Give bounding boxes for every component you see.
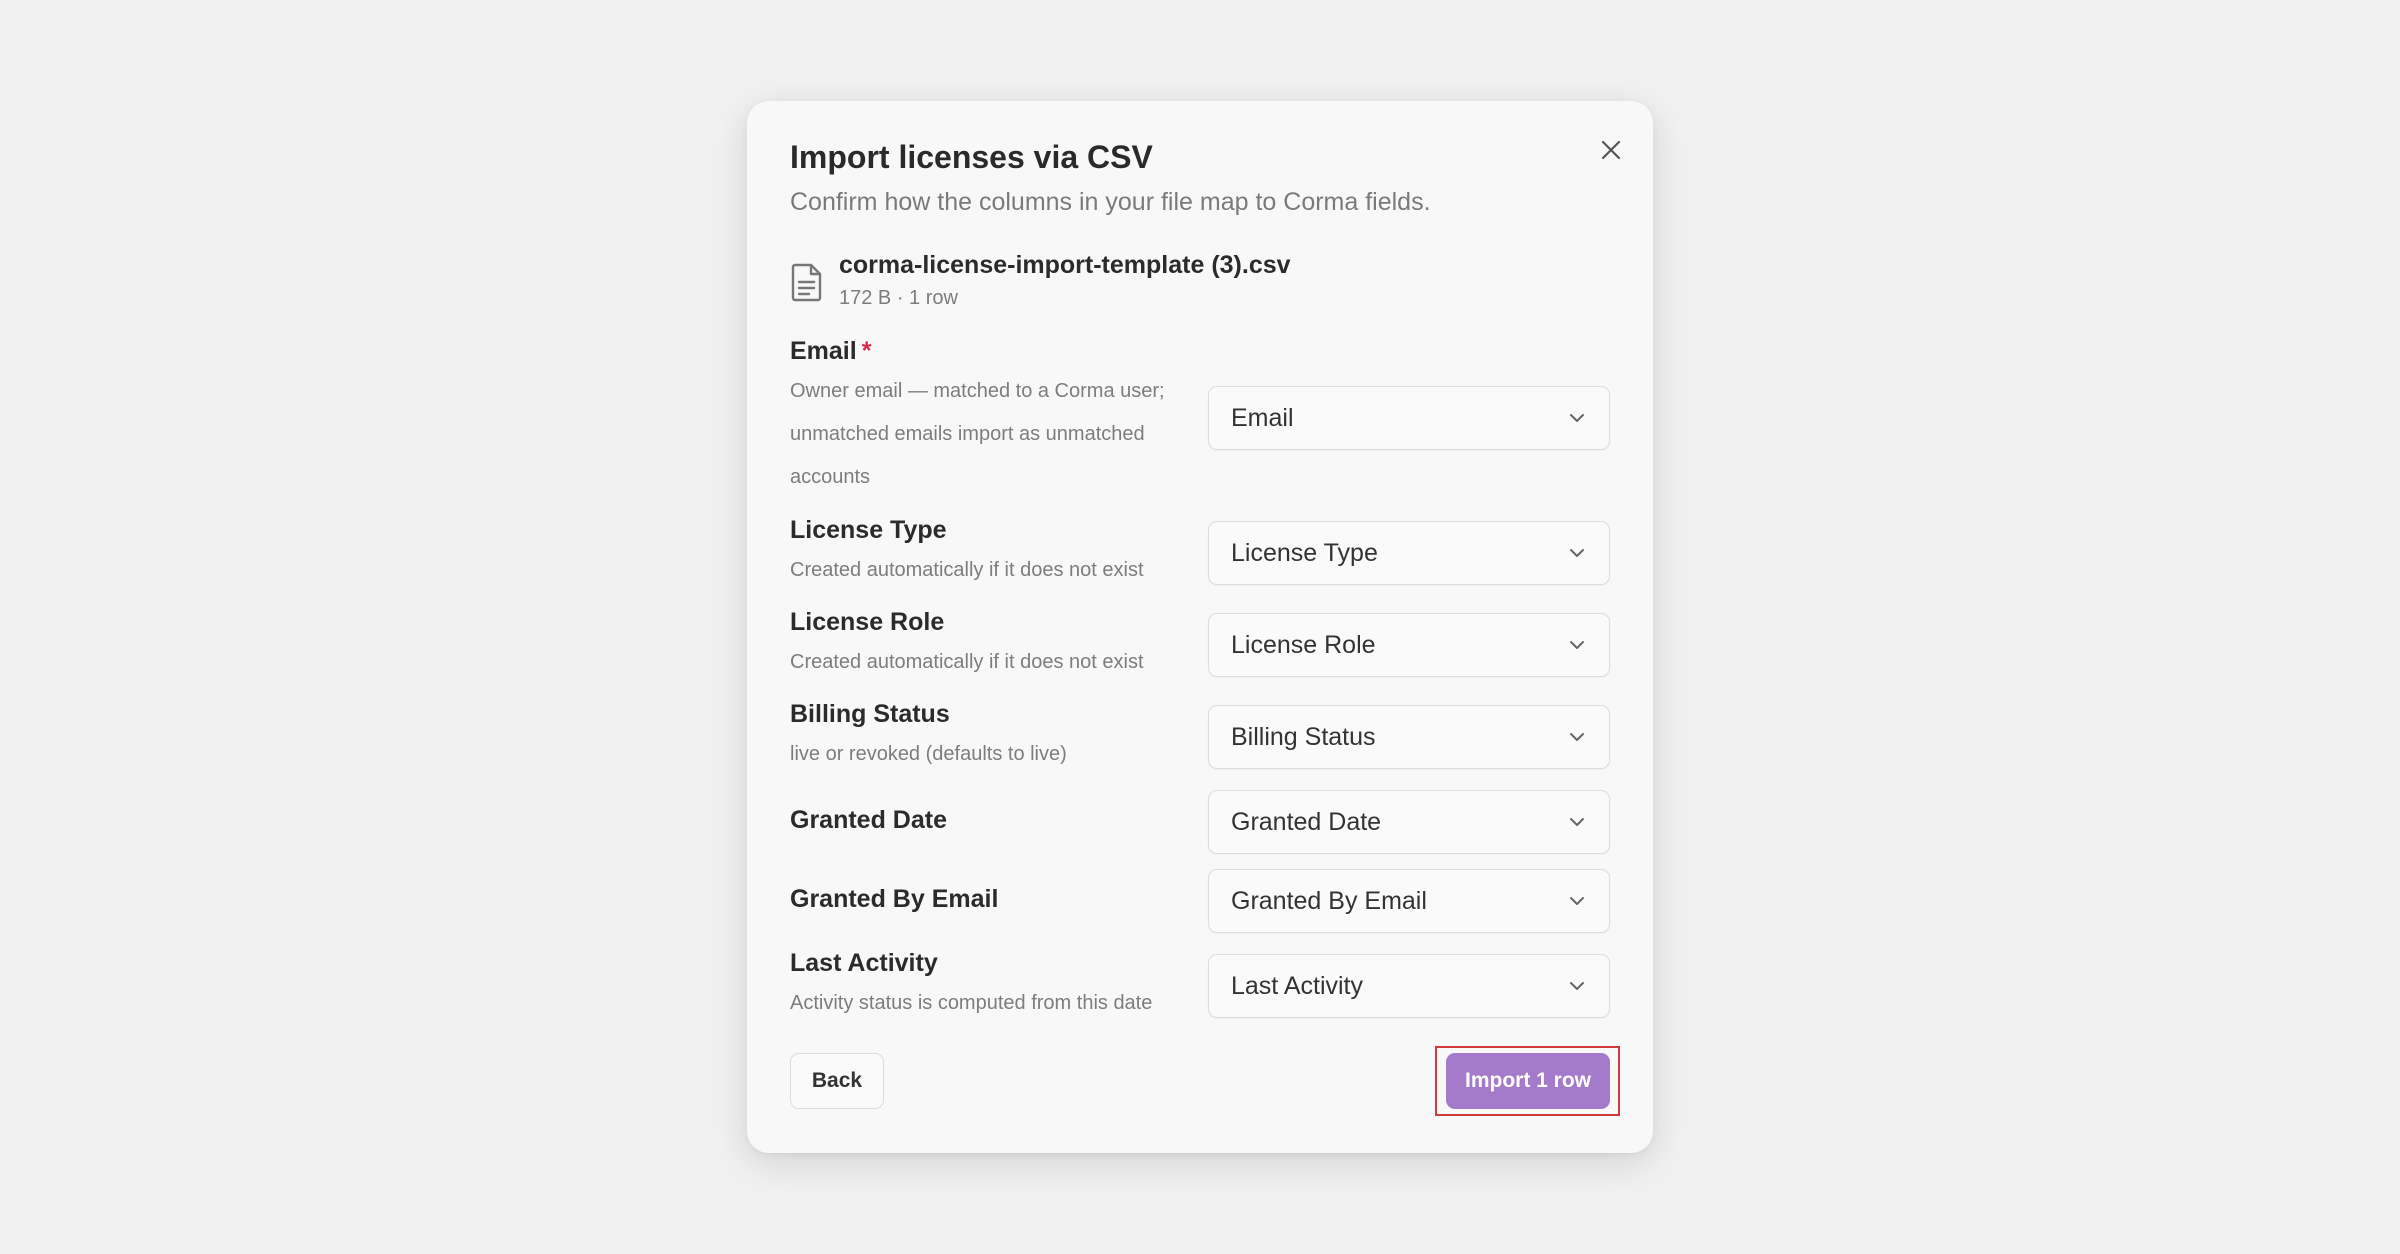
field-label-granted-date: Granted Date — [790, 806, 947, 834]
back-button[interactable]: Back — [790, 1053, 884, 1109]
chevron-down-icon — [1567, 408, 1587, 428]
file-text-icon — [791, 263, 822, 302]
dialog-subtitle: Confirm how the columns in your file map… — [790, 188, 1431, 216]
field-label-license-type: License Type — [790, 516, 947, 544]
field-desc-license-type: Created automatically if it does not exi… — [790, 559, 1144, 581]
close-icon — [1601, 140, 1621, 160]
select-granted-by-email-value: Granted By Email — [1231, 886, 1427, 915]
import-button[interactable]: Import 1 row — [1446, 1053, 1610, 1109]
select-license-type-value: License Type — [1231, 538, 1378, 567]
chevron-down-icon — [1567, 891, 1587, 911]
field-desc-last-activity: Activity status is computed from this da… — [790, 992, 1153, 1014]
select-last-activity[interactable]: Last Activity — [1208, 954, 1610, 1018]
chevron-down-icon — [1567, 812, 1587, 832]
required-mark: * — [861, 337, 872, 365]
select-billing-status-value: Billing Status — [1231, 722, 1376, 751]
file-name: corma-license-import-template (3).csv — [839, 251, 1291, 279]
chevron-down-icon — [1567, 635, 1587, 655]
chevron-down-icon — [1567, 543, 1587, 563]
field-label-last-activity: Last Activity — [790, 949, 938, 977]
dialog-title: Import licenses via CSV — [790, 139, 1153, 175]
select-license-type[interactable]: License Type — [1208, 521, 1610, 585]
field-desc-email: Owner email — matched to a Corma user; u… — [790, 380, 1165, 488]
field-label-license-role: License Role — [790, 608, 945, 636]
select-license-role[interactable]: License Role — [1208, 613, 1610, 677]
select-email[interactable]: Email — [1208, 386, 1610, 450]
select-last-activity-value: Last Activity — [1231, 971, 1363, 1000]
select-license-role-value: License Role — [1231, 630, 1376, 659]
select-email-value: Email — [1231, 403, 1294, 432]
import-csv-dialog: Import licenses via CSV Confirm how the … — [747, 101, 1653, 1153]
chevron-down-icon — [1567, 976, 1587, 996]
field-label-email-text: Email — [790, 337, 857, 365]
select-granted-date-value: Granted Date — [1231, 807, 1382, 836]
select-billing-status[interactable]: Billing Status — [1208, 705, 1610, 769]
field-label-granted-by-email: Granted By Email — [790, 885, 999, 913]
field-desc-license-role: Created automatically if it does not exi… — [790, 651, 1144, 673]
chevron-down-icon — [1567, 727, 1587, 747]
field-label-billing-status: Billing Status — [790, 700, 950, 728]
field-label-email: Email * — [790, 337, 871, 366]
close-button[interactable] — [1592, 131, 1630, 169]
select-granted-date[interactable]: Granted Date — [1208, 790, 1610, 854]
field-desc-billing-status: live or revoked (defaults to live) — [790, 743, 1067, 765]
select-granted-by-email[interactable]: Granted By Email — [1208, 869, 1610, 933]
file-meta: 172 B · 1 row — [839, 287, 958, 309]
